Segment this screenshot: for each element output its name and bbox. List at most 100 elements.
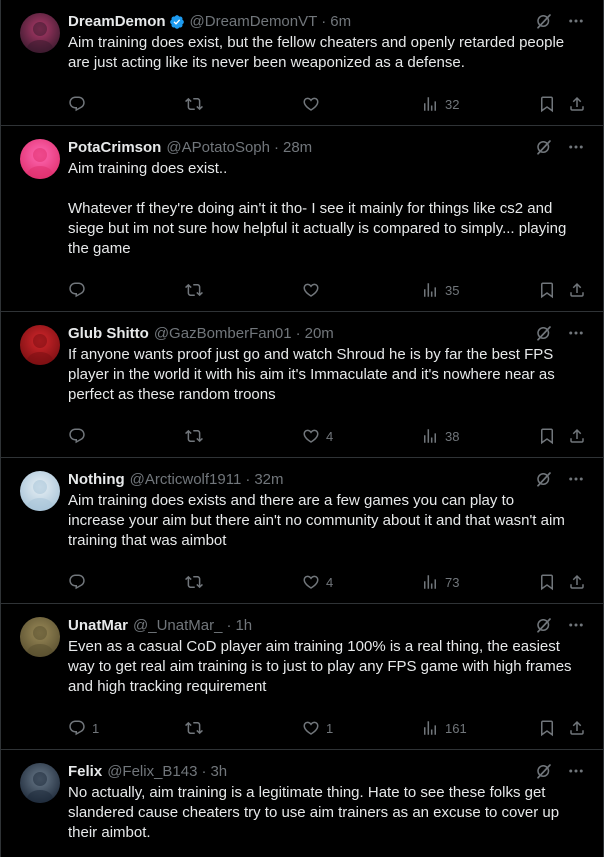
tweet[interactable]: PotaCrimson @APotatoSoph · 28m Aim training … — [1, 126, 603, 312]
share-button[interactable] — [568, 572, 586, 592]
like-button[interactable]: 4 — [302, 426, 333, 446]
tweet[interactable]: Glub Shitto @GazBomberFan01 · 20m If anyone … — [1, 312, 603, 458]
views-button[interactable]: 73 — [421, 572, 459, 592]
reply-icon — [68, 427, 86, 445]
heart-icon — [302, 281, 320, 299]
timestamp[interactable]: 20m — [305, 324, 334, 344]
user-handle[interactable]: @Felix_B143 — [107, 762, 197, 782]
views-button[interactable]: 32 — [421, 94, 459, 114]
share-button[interactable] — [568, 94, 586, 114]
reply-icon — [68, 719, 86, 737]
share-button[interactable] — [568, 426, 586, 446]
reply-button[interactable] — [68, 280, 92, 300]
tweet-text-line: Aim training does exist.. — [68, 160, 228, 177]
display-name[interactable]: Glub Shitto — [68, 324, 149, 344]
retweet-button[interactable] — [185, 718, 209, 738]
tweet-header-actions — [535, 616, 585, 634]
tweet-header-actions — [535, 12, 585, 30]
user-handle[interactable]: @APotatoSoph — [166, 138, 270, 158]
reply-button[interactable] — [68, 426, 92, 446]
share-button[interactable] — [568, 718, 586, 738]
retweet-button[interactable] — [185, 280, 209, 300]
bookmark-button[interactable] — [538, 572, 556, 592]
more-options-icon[interactable] — [567, 138, 585, 156]
user-handle[interactable]: @Arcticwolf1911 — [130, 470, 242, 490]
avatar[interactable] — [20, 13, 60, 53]
grok-icon[interactable] — [535, 762, 553, 780]
separator-dot: · — [295, 325, 301, 342]
grok-icon[interactable] — [535, 138, 553, 156]
share-icon — [568, 95, 586, 113]
like-button[interactable]: 4 — [302, 572, 333, 592]
tweet-text-line: Whatever tf they're doing ain't it tho- … — [68, 200, 567, 257]
views-button[interactable]: 35 — [421, 280, 459, 300]
tweet-text: Aim training does exist.. Whatever tf the… — [68, 159, 587, 259]
tweet-text: Aim training does exists and there are a… — [68, 491, 587, 551]
more-options-icon[interactable] — [567, 762, 585, 780]
bookmark-icon — [538, 573, 556, 591]
tweet-actions: 4 73 — [68, 563, 587, 603]
grok-icon[interactable] — [535, 470, 553, 488]
share-button[interactable] — [568, 280, 586, 300]
display-name[interactable]: Nothing — [68, 470, 125, 490]
separator-dot: · — [321, 13, 327, 30]
tweet-header-actions — [535, 324, 585, 342]
reply-icon — [68, 95, 86, 113]
timestamp[interactable]: 6m — [330, 12, 351, 32]
tweet-header-actions — [535, 138, 585, 156]
tweet[interactable]: DreamDemon @DreamDemonVT · 6m Aim training d… — [1, 0, 603, 126]
tweet[interactable]: Felix @Felix_B143 · 3h No actually, aim trai… — [1, 750, 603, 857]
reply-button[interactable] — [68, 572, 92, 592]
bookmark-button[interactable] — [538, 426, 556, 446]
like-button[interactable] — [302, 94, 326, 114]
avatar[interactable] — [20, 763, 60, 803]
avatar[interactable] — [20, 325, 60, 365]
user-handle[interactable]: @GazBomberFan01 — [154, 324, 292, 344]
retweet-button[interactable] — [185, 94, 209, 114]
tweet-text-line — [68, 179, 573, 199]
share-icon — [568, 719, 586, 737]
separator-dot: · — [226, 617, 232, 634]
grok-icon[interactable] — [535, 12, 553, 30]
more-options-icon[interactable] — [567, 324, 585, 342]
more-options-icon[interactable] — [567, 12, 585, 30]
heart-icon — [302, 427, 320, 445]
grok-icon[interactable] — [535, 616, 553, 634]
bookmark-button[interactable] — [538, 94, 556, 114]
user-handle[interactable]: @DreamDemonVT — [190, 12, 318, 32]
timestamp[interactable]: 32m — [254, 470, 283, 490]
timestamp[interactable]: 28m — [283, 138, 312, 158]
bookmark-button[interactable] — [538, 718, 556, 738]
tweet-text: No actually, aim training is a legitimat… — [68, 783, 587, 843]
views-button[interactable]: 38 — [421, 426, 459, 446]
avatar[interactable] — [20, 139, 60, 179]
reply-feed: DreamDemon @DreamDemonVT · 6m Aim training d… — [0, 0, 604, 857]
bookmark-button[interactable] — [538, 280, 556, 300]
more-options-icon[interactable] — [567, 470, 585, 488]
display-name[interactable]: DreamDemon — [68, 12, 166, 32]
display-name[interactable]: Felix — [68, 762, 102, 782]
tweet-header-actions — [535, 470, 585, 488]
retweet-button[interactable] — [185, 426, 209, 446]
avatar[interactable] — [20, 617, 60, 657]
like-button[interactable] — [302, 280, 326, 300]
timestamp[interactable]: 1h — [235, 616, 252, 636]
tweet-text-line: Aim training does exist, but the fellow … — [68, 34, 565, 71]
tweet[interactable]: Nothing @Arcticwolf1911 · 32m Aim training d… — [1, 458, 603, 604]
views-button[interactable]: 161 — [421, 718, 467, 738]
like-button[interactable]: 1 — [302, 718, 333, 738]
reply-button[interactable]: 1 — [68, 718, 99, 738]
bookmark-icon — [538, 95, 556, 113]
timestamp[interactable]: 3h — [210, 762, 227, 782]
retweet-icon — [185, 95, 203, 113]
retweet-button[interactable] — [185, 572, 209, 592]
view-count: 32 — [445, 96, 460, 112]
display-name[interactable]: PotaCrimson — [68, 138, 161, 158]
user-handle[interactable]: @_UnatMar_ — [133, 616, 222, 636]
display-name[interactable]: UnatMar — [68, 616, 128, 636]
avatar[interactable] — [20, 471, 60, 511]
tweet[interactable]: UnatMar @_UnatMar_ · 1h Even as a casual CoD… — [1, 604, 603, 750]
grok-icon[interactable] — [535, 324, 553, 342]
reply-button[interactable] — [68, 94, 92, 114]
more-options-icon[interactable] — [567, 616, 585, 634]
